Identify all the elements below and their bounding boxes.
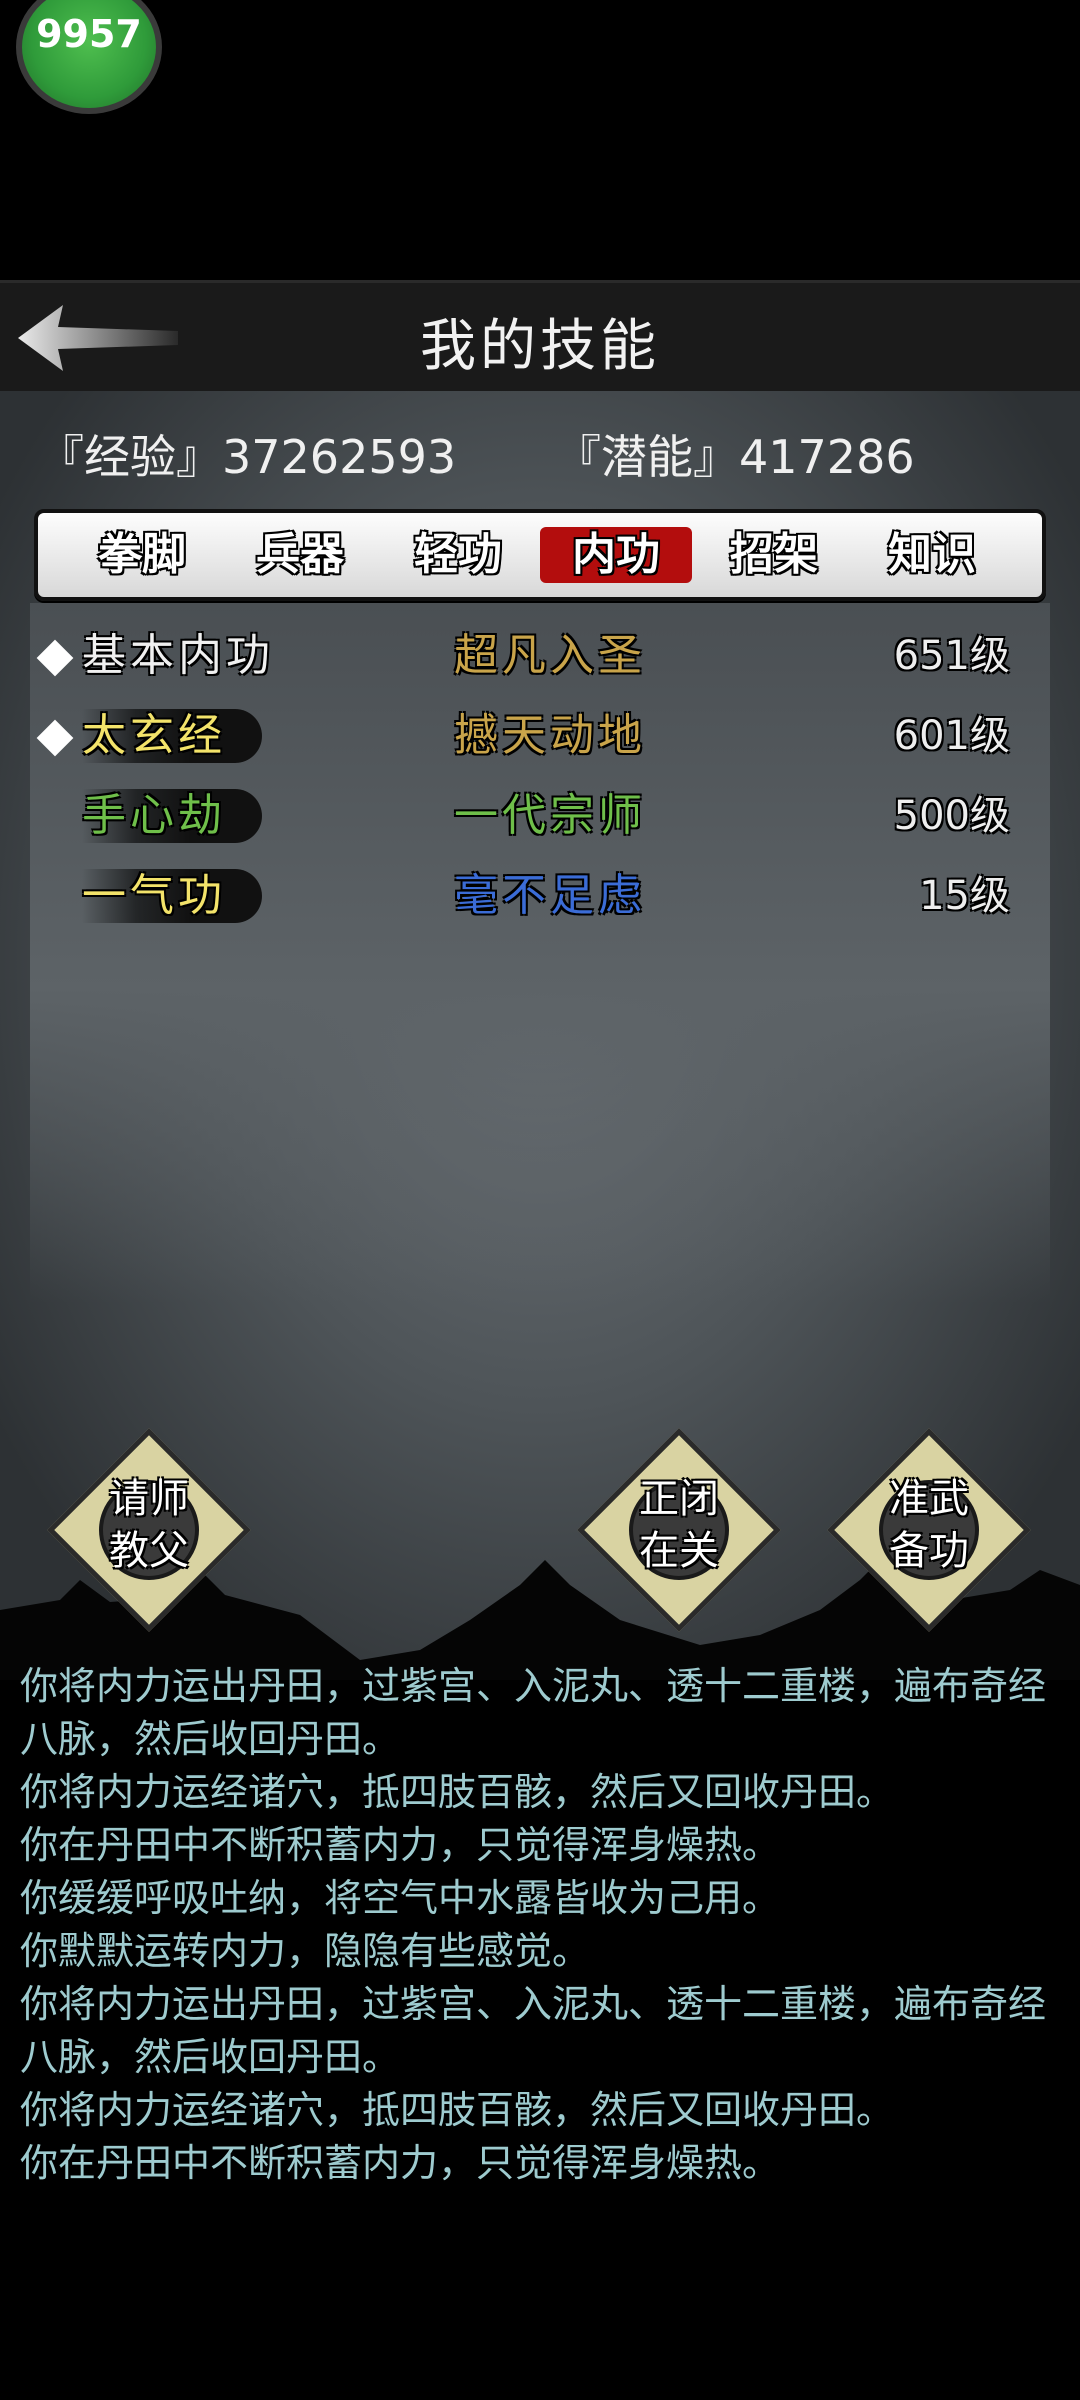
- skill-name: 太玄经: [82, 709, 262, 763]
- prepare-martial-label: 准武 备功: [889, 1476, 969, 1574]
- skill-name: 一气功: [82, 869, 262, 923]
- log-line: 你将内力运出丹田，过紫宫、入泥丸、透十二重楼，遍布奇经八脉，然后收回丹田。: [20, 1664, 1047, 1761]
- closed-training-button[interactable]: 正闭 在关: [574, 1425, 784, 1635]
- ask-master-button[interactable]: 请师 教父: [44, 1425, 254, 1635]
- skill-row[interactable]: 一气功 毫不足虑 15级: [30, 863, 1050, 933]
- skill-level: 500级: [893, 793, 1010, 839]
- tab-neigong[interactable]: 内功: [540, 527, 692, 583]
- prepare-martial-button[interactable]: 准武 备功: [824, 1425, 1034, 1635]
- log-line: 你默默运转内力，隐隐有些感觉。: [20, 1929, 591, 1973]
- ask-master-label: 请师 教父: [109, 1476, 189, 1574]
- skill-row[interactable]: 手心劫 一代宗师 500级: [30, 783, 1050, 853]
- tab-bingqi[interactable]: 兵器: [224, 527, 376, 583]
- log-line: 你在丹田中不断积蓄内力，只觉得浑身燥热。: [20, 2141, 781, 2185]
- skill-row[interactable]: 基本内功 超凡入圣 651级: [30, 623, 1050, 693]
- skill-name: 手心劫: [82, 789, 262, 843]
- log-line: 你缓缓呼吸吐纳，将空气中水露皆收为己用。: [20, 1876, 781, 1920]
- log-line: 你将内力运经诸穴，抵四肢百骸，然后又回收丹田。: [20, 1770, 895, 1814]
- tab-qinggong[interactable]: 轻功: [382, 527, 534, 583]
- tab-zhishi[interactable]: 知识: [856, 527, 1008, 583]
- page-title: 我的技能: [420, 314, 660, 379]
- skill-rank: 超凡入圣: [454, 630, 646, 681]
- closed-training-label: 正闭 在关: [639, 1476, 719, 1574]
- log-line: 你将内力运经诸穴，抵四肢百骸，然后又回收丹田。: [20, 2088, 895, 2132]
- skill-rank: 撼天动地: [454, 710, 646, 761]
- selected-diamond-icon: [36, 639, 74, 677]
- log-line: 你将内力运出丹田，过紫宫、入泥丸、透十二重楼，遍布奇经八脉，然后收回丹田。: [20, 1982, 1047, 2079]
- skill-rank: 毫不足虑: [454, 870, 646, 921]
- stats-row: 『经验』37262593 『潜能』417286: [0, 421, 1080, 484]
- skill-tabs: 拳脚 兵器 轻功 内功 招架 知识: [34, 509, 1046, 601]
- potential-stat: 『潜能』417286: [555, 430, 915, 484]
- skill-level: 15级: [919, 873, 1010, 919]
- skill-rank: 一代宗师: [454, 790, 646, 841]
- skill-level: 601级: [893, 713, 1010, 759]
- selected-diamond-icon: [36, 719, 74, 757]
- experience-stat: 『经验』37262593: [38, 430, 457, 484]
- log-line: 你在丹田中不断积蓄内力，只觉得浑身燥热。: [20, 1823, 781, 1867]
- tab-zhaojia[interactable]: 招架: [698, 527, 850, 583]
- badge-text: 9957: [36, 12, 142, 56]
- skill-name: 基本内功: [82, 630, 274, 681]
- header-bar: 我的技能: [0, 280, 1080, 394]
- skill-row[interactable]: 太玄经 撼天动地 601级: [30, 703, 1050, 773]
- skill-level: 651级: [893, 633, 1010, 679]
- message-log: 你将内力运出丹田，过紫宫、入泥丸、透十二重楼，遍布奇经八脉，然后收回丹田。 你将…: [20, 1660, 1065, 2200]
- top-black-area: [0, 0, 1080, 280]
- tab-quanjiao[interactable]: 拳脚: [66, 527, 218, 583]
